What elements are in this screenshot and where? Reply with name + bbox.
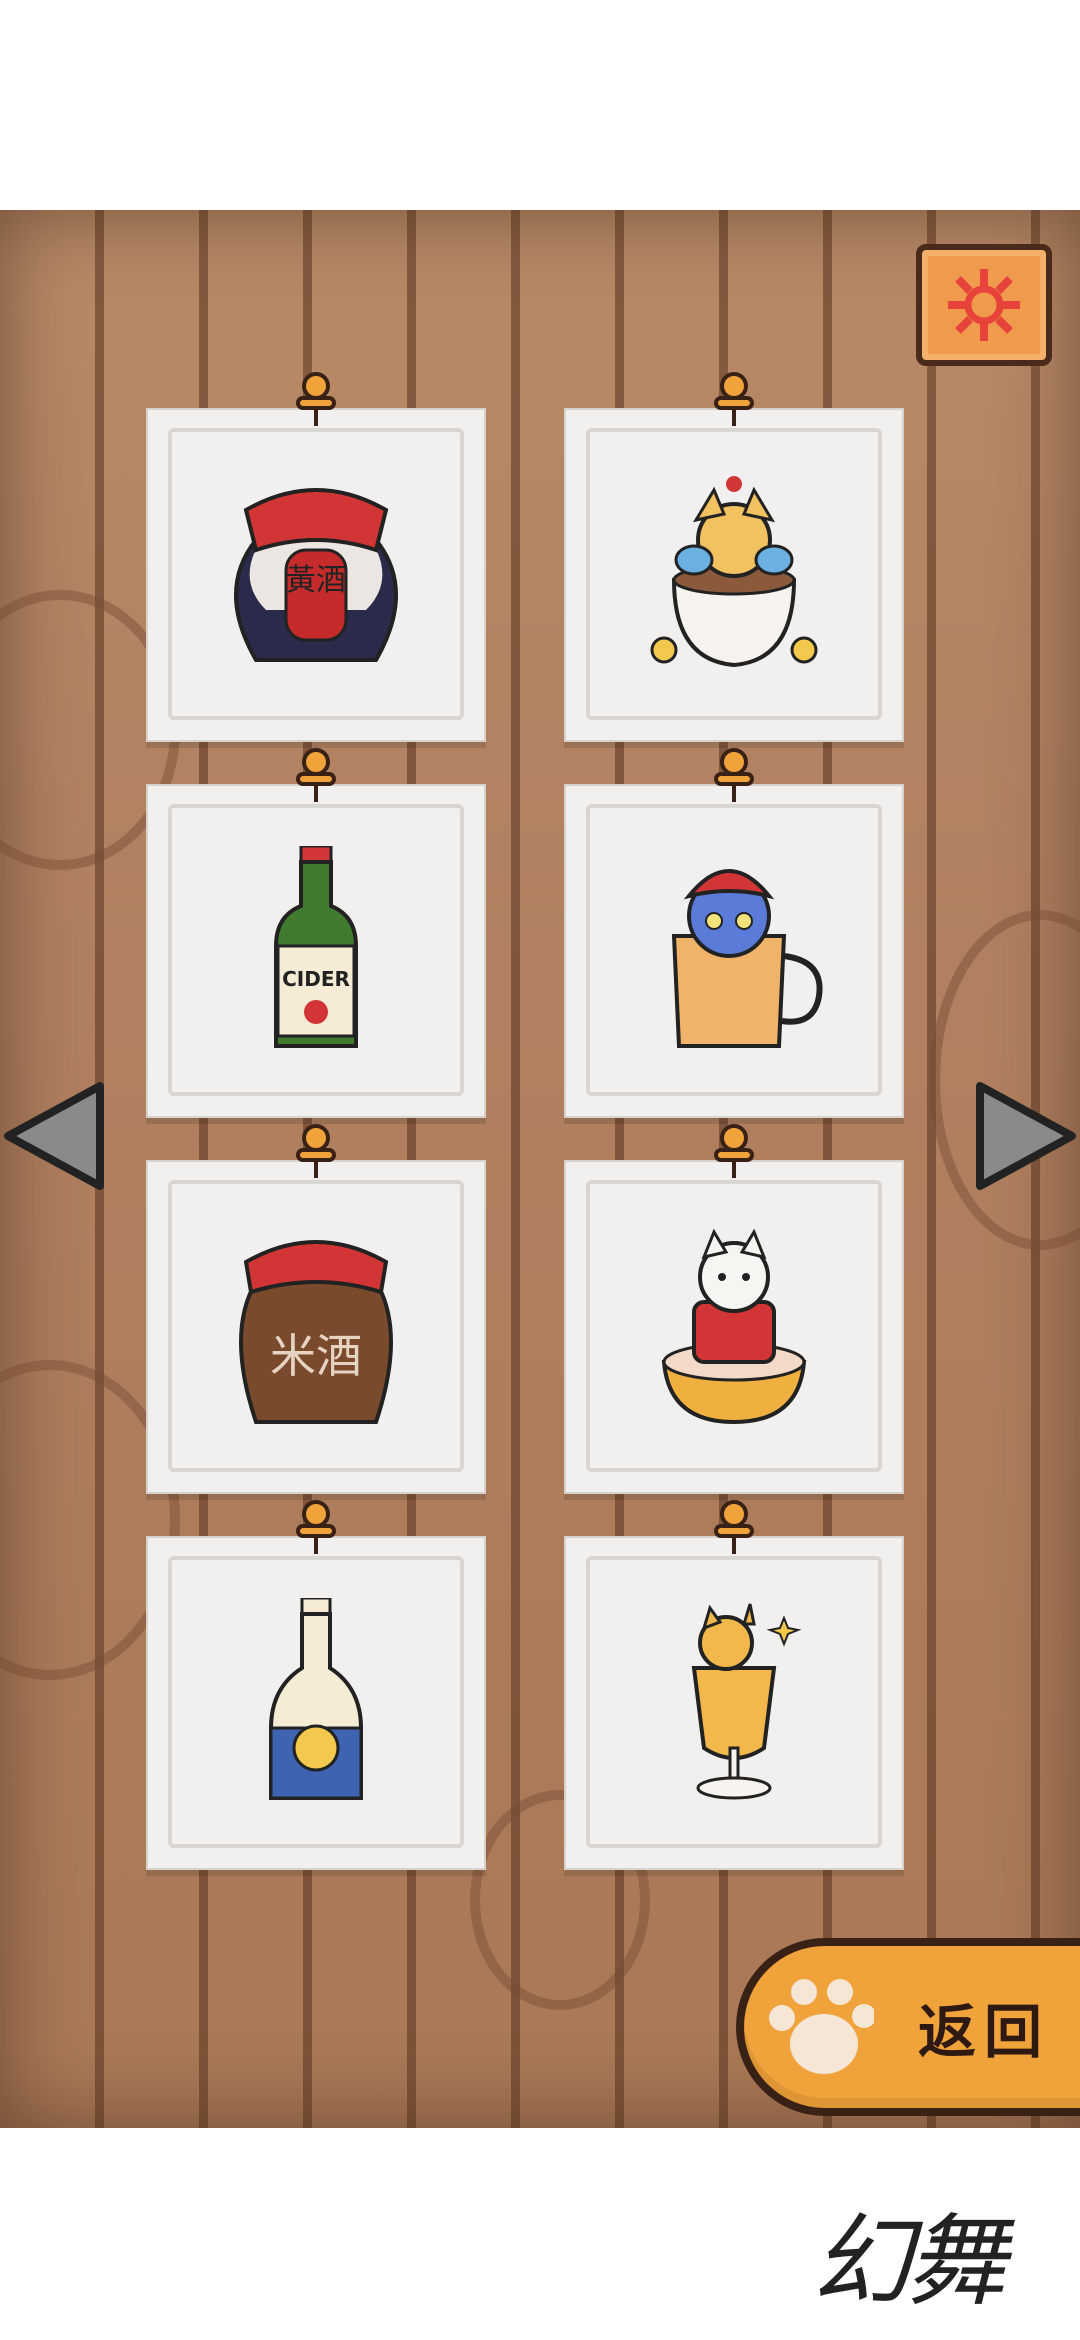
prev-page-arrow[interactable]: [0, 1080, 112, 1192]
collection-card[interactable]: [146, 1500, 486, 1870]
jar-label: 米酒: [270, 1329, 362, 1383]
pin-icon: [714, 1124, 754, 1178]
settings-button[interactable]: [916, 244, 1052, 366]
paw-icon: [769, 1979, 874, 2074]
golden-armor-cat-cup: [650, 476, 818, 668]
cat-rice-bowl: [661, 1228, 807, 1425]
collection-card[interactable]: [564, 748, 904, 1118]
next-page-arrow[interactable]: [968, 1080, 1080, 1192]
back-button[interactable]: 返回: [736, 1938, 1080, 2116]
collection-card[interactable]: CIDER: [146, 748, 486, 1118]
collection-card[interactable]: 米酒: [146, 1124, 486, 1494]
collection-card[interactable]: 黃酒: [146, 372, 486, 742]
pin-icon: [714, 748, 754, 802]
pin-icon: [296, 1500, 336, 1554]
collection-card[interactable]: [564, 1124, 904, 1494]
blue-liquor-bottle: [269, 1598, 363, 1800]
jar-label: 黃酒: [286, 563, 346, 598]
dancing-cat-glass: [691, 1603, 802, 1800]
pin-icon: [296, 372, 336, 426]
bottle-label: CIDER: [282, 967, 350, 991]
collection-card[interactable]: [564, 372, 904, 742]
pin-icon: [296, 1124, 336, 1178]
rice-wine-jar: 米酒: [239, 1240, 393, 1424]
pin-icon: [714, 372, 754, 426]
watermark: 幻舞: [812, 2203, 1006, 2320]
apple-hat-cat-beer-mug: [671, 869, 823, 1048]
yellow-wine-jar: 黃酒: [234, 488, 398, 662]
back-button-label: 返回: [917, 1998, 1050, 2066]
cider-bottle: CIDER: [274, 846, 358, 1048]
pin-icon: [296, 748, 336, 802]
sun-gear-icon: [948, 269, 1020, 341]
collection-card[interactable]: [564, 1500, 904, 1870]
pin-icon: [714, 1500, 754, 1554]
